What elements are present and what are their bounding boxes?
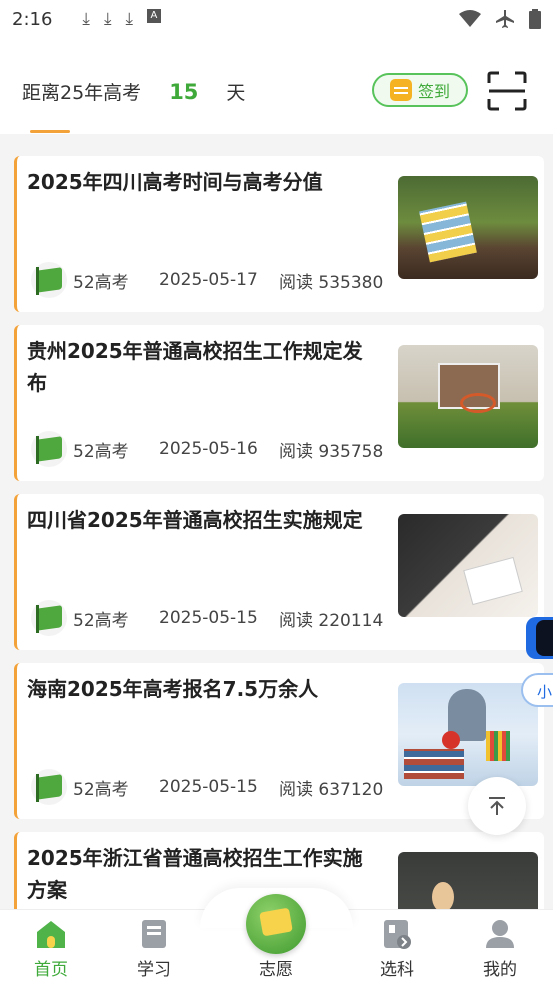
- article-thumbnail: [398, 683, 538, 786]
- article-source: 52高考: [73, 272, 129, 293]
- article-card[interactable]: 海南2025年高考报名7.5万余人 52高考 2025-05-15 阅读 637…: [14, 663, 544, 819]
- article-date: 2025-05-16: [159, 439, 258, 459]
- article-reads: 阅读 535380: [279, 272, 384, 293]
- status-time: 2:16: [12, 8, 53, 30]
- subject-icon: [384, 920, 411, 949]
- article-title: 四川省2025年普通高校招生实施规定: [27, 508, 363, 532]
- article-meta: 52高考 2025-05-15 阅读 637120: [31, 769, 391, 805]
- tab-label: 首页: [34, 960, 68, 980]
- exam-countdown: 距离25年高考 15 天: [22, 78, 245, 105]
- article-meta: 52高考 2025-05-16 阅读 935758: [31, 431, 391, 467]
- tab-indicator: [30, 130, 70, 133]
- floating-side-tab[interactable]: [526, 617, 553, 659]
- article-reads: 阅读 220114: [279, 610, 384, 631]
- article-thumbnail: [398, 176, 538, 279]
- tab-study[interactable]: 学习: [109, 910, 199, 983]
- source-logo-icon: [31, 262, 67, 298]
- checkin-label: 签到: [417, 82, 450, 101]
- countdown-days: 15: [169, 79, 199, 104]
- checkin-button[interactable]: 签到: [372, 73, 468, 107]
- article-source: 52高考: [73, 441, 129, 462]
- home-icon: [37, 921, 65, 948]
- tab-profile[interactable]: 我的: [455, 910, 545, 983]
- article-date: 2025-05-15: [159, 608, 258, 628]
- tab-label: 我的: [483, 960, 517, 980]
- article-thumbnail: [398, 345, 538, 448]
- volunteer-icon: [246, 894, 306, 954]
- article-source: 52高考: [73, 610, 129, 631]
- tab-label: 选科: [380, 960, 414, 980]
- source-logo-icon: [31, 769, 67, 805]
- countdown-prefix: 距离25年高考: [22, 82, 142, 104]
- tab-volunteer[interactable]: 志愿: [231, 894, 321, 983]
- tab-label: 志愿: [259, 960, 293, 980]
- source-logo-icon: [31, 600, 67, 636]
- book-icon: [142, 920, 166, 948]
- article-date: 2025-05-17: [159, 270, 258, 290]
- download-icon: ⤓: [103, 9, 112, 29]
- countdown-suffix: 天: [226, 82, 246, 104]
- article-reads: 阅读 935758: [279, 441, 384, 462]
- article-source: 52高考: [73, 779, 129, 800]
- article-thumbnail: [398, 514, 538, 617]
- article-card[interactable]: 贵州2025年普通高校招生工作规定发布 52高考 2025-05-16 阅读 9…: [14, 325, 544, 481]
- article-feed[interactable]: 2025年四川高考时间与高考分值 52高考 2025-05-17 阅读 5353…: [14, 156, 544, 983]
- download-icon: ⤓: [82, 9, 90, 29]
- back-to-top-button[interactable]: [468, 777, 526, 835]
- article-reads: 阅读 637120: [279, 779, 384, 800]
- scan-icon[interactable]: [487, 71, 527, 111]
- top-header: 距离25年高考 15 天 签到: [0, 38, 553, 134]
- font-icon: A: [146, 9, 161, 23]
- airplane-icon: [496, 10, 514, 28]
- calendar-icon: [389, 79, 412, 101]
- tab-home[interactable]: 首页: [6, 910, 96, 983]
- article-card[interactable]: 2025年四川高考时间与高考分值 52高考 2025-05-17 阅读 5353…: [14, 156, 544, 312]
- article-meta: 52高考 2025-05-15 阅读 220114: [31, 600, 391, 636]
- bottom-tab-bar: 首页 学习 志愿 选科 我的: [0, 888, 553, 983]
- download-icon: ⤓: [125, 9, 133, 29]
- floating-side-pill[interactable]: 小: [521, 673, 553, 707]
- article-title: 2025年四川高考时间与高考分值: [27, 170, 323, 194]
- article-title: 贵州2025年普通高校招生工作规定发布: [27, 339, 363, 395]
- arrow-up-icon: [489, 797, 505, 815]
- wifi-icon: [459, 10, 481, 27]
- status-bar: 2:16 ⤓ ⤓ ⤓ A: [0, 0, 553, 38]
- article-date: 2025-05-15: [159, 777, 258, 797]
- tab-subjects[interactable]: 选科: [352, 910, 442, 983]
- source-logo-icon: [31, 431, 67, 467]
- profile-icon: [486, 920, 514, 948]
- article-meta: 52高考 2025-05-17 阅读 535380: [31, 262, 391, 298]
- article-title: 海南2025年高考报名7.5万余人: [27, 677, 319, 701]
- article-card[interactable]: 四川省2025年普通高校招生实施规定 52高考 2025-05-15 阅读 22…: [14, 494, 544, 650]
- tab-label: 学习: [137, 960, 171, 980]
- battery-icon: [529, 9, 541, 29]
